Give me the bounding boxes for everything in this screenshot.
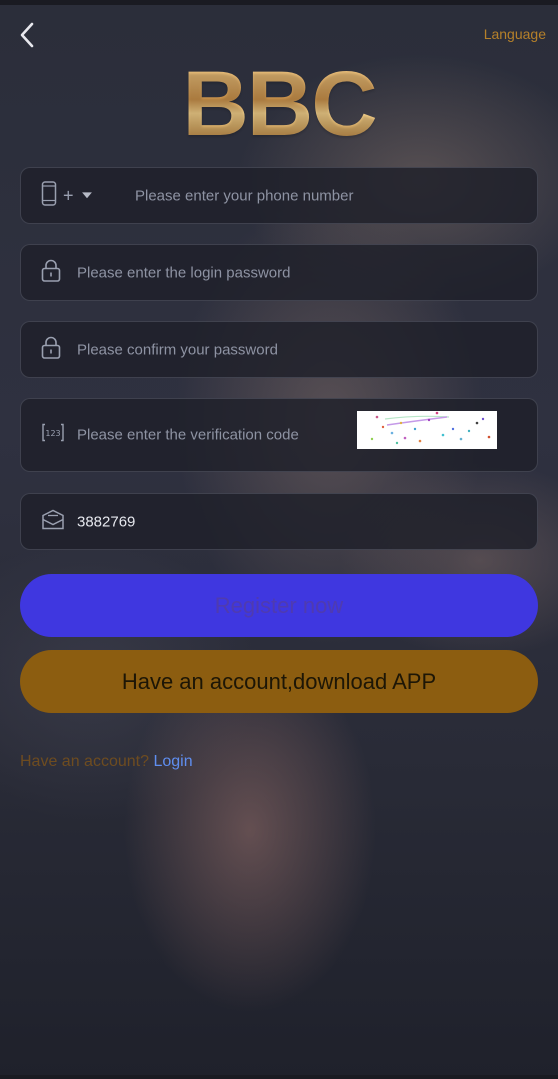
envelope-icon <box>41 509 65 534</box>
captcha-image[interactable] <box>357 411 497 449</box>
bottom-strip <box>0 1075 558 1079</box>
chevron-left-icon <box>20 22 34 48</box>
confirm-password-field[interactable]: Please confirm your password <box>20 321 538 378</box>
country-code-prefix[interactable]: + <box>63 185 74 206</box>
login-link[interactable]: Login <box>153 753 192 770</box>
have-account-row: Have an account? Login <box>20 753 193 771</box>
verification-input[interactable]: Please enter the verification code <box>77 427 299 444</box>
back-button[interactable] <box>16 22 40 48</box>
invite-code-field[interactable]: 3882769 <box>20 493 538 550</box>
verification-field[interactable]: 123 Please enter the verification code <box>20 398 538 472</box>
password-input[interactable]: Please enter the login password <box>77 264 290 281</box>
number-code-icon: 123 <box>41 423 65 448</box>
lock-icon <box>41 335 61 364</box>
invite-code-input[interactable]: 3882769 <box>77 513 135 530</box>
phone-input[interactable]: Please enter your phone number <box>135 187 353 204</box>
download-app-button[interactable]: Have an account,download APP <box>20 650 538 713</box>
brand-logo: BBC <box>0 58 558 150</box>
status-strip <box>0 0 558 5</box>
phone-icon <box>41 180 57 211</box>
number-code-icon-text: 123 <box>45 429 60 438</box>
lock-icon <box>41 258 61 287</box>
language-link[interactable]: Language <box>484 26 546 42</box>
confirm-password-input[interactable]: Please confirm your password <box>77 341 278 358</box>
password-field[interactable]: Please enter the login password <box>20 244 538 301</box>
caret-down-icon[interactable] <box>82 185 92 203</box>
register-button[interactable]: Register now <box>20 574 538 637</box>
phone-field[interactable]: + Please enter your phone number <box>20 167 538 224</box>
have-account-text: Have an account? <box>20 753 149 770</box>
